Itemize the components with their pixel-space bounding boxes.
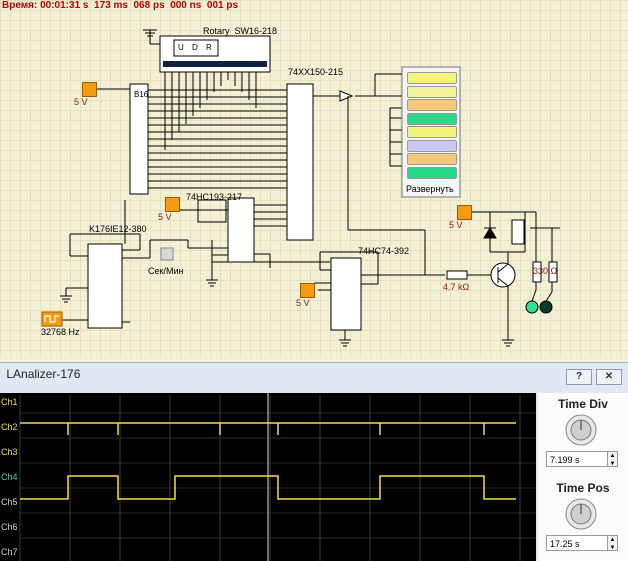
schematic-wires bbox=[41, 29, 560, 347]
time-pos-knob-icon[interactable] bbox=[564, 497, 598, 531]
osc-chip-label: K176IE12-380 bbox=[89, 224, 147, 234]
scope-traces bbox=[19, 393, 536, 561]
chip-pin-label: В16 bbox=[134, 90, 149, 99]
power-source-5v[interactable] bbox=[82, 82, 97, 97]
resistor-label: 330 Ω bbox=[533, 266, 558, 276]
switch-label: Сек/Мин bbox=[148, 266, 184, 276]
display-bar bbox=[407, 85, 457, 98]
channel-label: Ch2 bbox=[1, 422, 18, 432]
rotary-letter-d[interactable]: D bbox=[192, 43, 198, 52]
schematic-canvas[interactable]: Время: 00:01:31 s 173 ms 068 ps 000 ns 0… bbox=[0, 0, 628, 358]
help-button[interactable]: ? bbox=[566, 369, 592, 385]
time-div-input[interactable]: 7.199 s bbox=[546, 451, 608, 467]
rotary-letter-r[interactable]: R bbox=[206, 43, 212, 52]
time-div-spin[interactable]: ▲ ▼ bbox=[608, 451, 618, 467]
channel-label: Ch1 bbox=[1, 397, 18, 407]
time-div-knob-icon[interactable] bbox=[564, 413, 598, 447]
power-source-5v[interactable] bbox=[457, 205, 472, 220]
resistor-label: 4.7 kΩ bbox=[443, 282, 470, 292]
channel-label: Ch6 bbox=[1, 522, 18, 532]
channel-label: Ch5 bbox=[1, 497, 18, 507]
voltage-label: 5 V bbox=[449, 220, 463, 230]
analyzer-scope[interactable]: Ch1 Ch2 Ch3 Ch4 Ch5 Ch6 Ch7 bbox=[0, 393, 536, 561]
voltage-label: 5 V bbox=[74, 97, 88, 107]
time-pos-label: Time Pos bbox=[556, 481, 610, 495]
frequency-label: 32768 Hz bbox=[41, 327, 80, 337]
display-bar bbox=[407, 99, 457, 111]
power-source-5v[interactable] bbox=[165, 197, 180, 212]
display-bar bbox=[407, 166, 457, 179]
time-pos-input[interactable]: 17.25 s bbox=[546, 535, 608, 551]
rotary-switch-label: Rotary_SW16-218 bbox=[203, 26, 278, 36]
mux-chip-label: 74XX150-215 bbox=[288, 67, 344, 77]
display-bar bbox=[407, 112, 457, 125]
counter-chip-label: 74HC193-217 bbox=[186, 192, 243, 202]
analyzer-window: LAnalizer-176 ? ✕ Ch1 Ch2 Ch3 Ch4 Ch5 Ch6 Ch7 … bbox=[0, 362, 628, 561]
display-bar bbox=[407, 72, 457, 84]
flipflop-chip-label: 74HC74-392 bbox=[358, 246, 410, 256]
analyzer-title-text: LAnalizer-176 bbox=[6, 367, 81, 381]
voltage-label: 5 V bbox=[158, 212, 172, 222]
power-source-5v[interactable] bbox=[300, 283, 315, 298]
channel-label: Ch3 bbox=[1, 447, 18, 457]
close-button[interactable]: ✕ bbox=[596, 369, 622, 385]
time-pos-spin[interactable]: ▲ ▼ bbox=[608, 535, 618, 551]
display-bar bbox=[407, 139, 457, 152]
display-bar bbox=[407, 153, 457, 165]
channel-label: Ch7 bbox=[1, 547, 18, 557]
analyzer-controls: Time Div 7.199 s ▲ ▼ Time Pos 17.25 s ▲ ▼ bbox=[538, 393, 628, 561]
display-bar bbox=[407, 126, 457, 138]
voltage-label: 5 V bbox=[296, 298, 310, 308]
rotary-letter-u[interactable]: U bbox=[178, 43, 184, 52]
channel-label: Ch4 bbox=[1, 472, 18, 482]
expand-button[interactable]: Развернуть bbox=[406, 184, 454, 194]
analyzer-title: LAnalizer-176 bbox=[3, 367, 80, 381]
time-div-label: Time Div bbox=[558, 397, 608, 411]
